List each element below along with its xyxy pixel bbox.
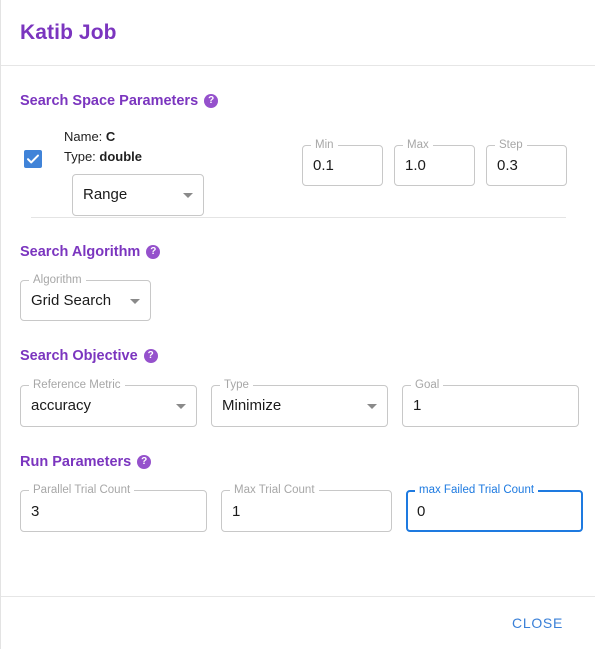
help-icon-search-objective[interactable] [143,349,158,364]
parallel-trial-count-label: Parallel Trial Count [29,483,135,497]
search-objective-row: Reference Metric accuracy Type Minimize … [20,377,581,427]
min-field[interactable]: Min 0.1 [302,137,383,186]
reference-metric-select[interactable]: Reference Metric accuracy [20,377,197,427]
section-title-search-algorithm: Search Algorithm [20,243,581,260]
close-button[interactable]: CLOSE [504,609,571,637]
section-label-search-objective: Search Objective [20,348,138,364]
max-trial-count-label: Max Trial Count [230,483,319,497]
max-failed-trial-count-label: max Failed Trial Count [415,483,539,497]
max-field[interactable]: Max 1.0 [394,137,475,186]
parallel-trial-count-field[interactable]: Parallel Trial Count 3 [20,483,207,532]
section-title-search-space: Search Space Parameters [20,94,581,109]
search-space-parameter-row: Name: C Type: double Range Min 0.1 Max 1… [20,127,581,216]
parameter-name: Name: C [64,127,300,147]
algorithm-select-value: Grid Search [31,292,112,309]
parameter-name-label: Name: [64,128,103,144]
goal-field[interactable]: Goal 1 [402,377,579,427]
parameter-type: Type: double [64,147,300,167]
max-failed-trial-count-value: 0 [417,502,426,520]
chevron-down-icon-reference-metric [176,403,186,409]
parameter-type-label: Type: [64,148,96,164]
parameter-enabled-checkbox[interactable] [24,149,42,168]
help-icon-run-parameters[interactable] [137,454,152,469]
chevron-down-icon-objective-type [367,403,377,409]
section-label-search-algorithm: Search Algorithm [20,243,141,260]
goal-field-value: 1 [413,397,422,414]
max-trial-count-field[interactable]: Max Trial Count 1 [221,483,392,532]
section-title-search-objective: Search Objective [20,349,581,364]
chevron-down-icon-algorithm [130,298,140,304]
step-field[interactable]: Step 0.3 [486,137,567,186]
step-field-value: 0.3 [497,156,518,174]
katib-job-dialog: Katib Job Search Space Parameters Name: [0,0,595,649]
objective-type-select[interactable]: Type Minimize [211,377,388,427]
section-divider [31,216,566,218]
min-field-value: 0.1 [313,156,334,174]
dialog-header: Katib Job [1,0,595,66]
dialog-footer: CLOSE [1,596,595,649]
help-icon-search-algorithm[interactable] [146,244,161,259]
check-icon [27,154,39,163]
section-label-search-space: Search Space Parameters [20,93,199,109]
max-trial-count-value: 1 [232,502,241,520]
parameter-type-value: double [99,148,143,164]
parameter-name-value: C [105,128,116,144]
help-icon-search-space[interactable] [204,94,219,109]
dialog-content: Search Space Parameters Name: C Typ [1,66,595,595]
search-algorithm-row: Algorithm Grid Search [20,273,581,321]
feasible-space-select[interactable]: Range [72,173,204,216]
chevron-down-icon-feasible-space [183,192,193,198]
run-parameters-row: Parallel Trial Count 3 Max Trial Count 1… [20,483,583,532]
feasible-space-value: Range [83,186,128,203]
reference-metric-value: accuracy [31,397,92,414]
algorithm-select[interactable]: Algorithm Grid Search [20,273,151,321]
section-title-run-parameters: Run Parameters [20,453,581,470]
section-label-run-parameters: Run Parameters [20,453,132,470]
range-fields: Min 0.1 Max 1.0 Step 0.3 [302,137,567,186]
parallel-trial-count-value: 3 [31,502,40,520]
max-field-value: 1.0 [405,156,426,174]
max-failed-trial-count-field[interactable]: max Failed Trial Count 0 [406,483,583,532]
page-title: Katib Job [20,20,117,44]
objective-type-value: Minimize [222,397,282,414]
